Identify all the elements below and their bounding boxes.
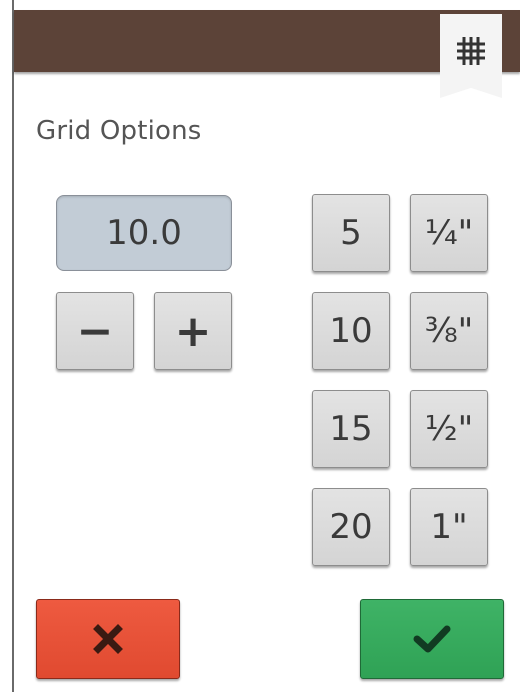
preset-5-button[interactable]: 5 [312,194,390,272]
page-title: Grid Options [36,116,202,146]
preset-three-eighths-inch-button[interactable]: ⅜" [410,292,488,370]
close-icon [93,624,123,654]
decrement-button[interactable]: − [56,292,134,370]
increment-button[interactable]: + [154,292,232,370]
minus-icon: − [76,305,114,357]
checkmark-icon [413,625,451,653]
plus-icon: + [174,305,212,357]
left-divider [12,0,14,692]
preset-one-inch-button[interactable]: 1" [410,488,488,566]
preset-10-button[interactable]: 10 [312,292,390,370]
preset-quarter-inch-button[interactable]: ¼" [410,194,488,272]
grid-size-value-field[interactable]: 10.0 [56,195,232,271]
top-strip [0,0,520,10]
confirm-button[interactable] [360,599,504,679]
grid-icon [457,37,485,65]
preset-15-button[interactable]: 15 [312,390,390,468]
preset-half-inch-button[interactable]: ½" [410,390,488,468]
grid-options-tab[interactable] [440,14,502,98]
cancel-button[interactable] [36,599,180,679]
preset-20-button[interactable]: 20 [312,488,390,566]
